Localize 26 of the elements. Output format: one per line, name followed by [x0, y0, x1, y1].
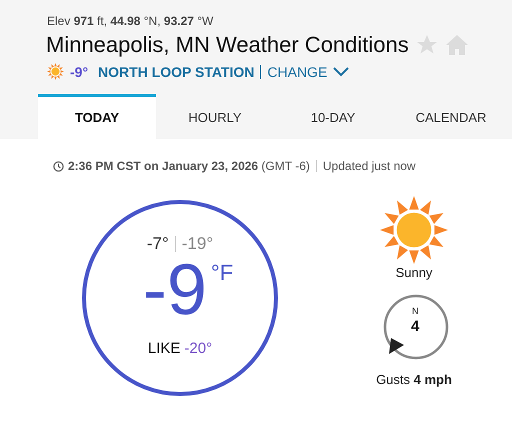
temperature-unit: °F — [210, 260, 234, 286]
wind-direction: N — [412, 306, 418, 316]
updated-text: Updated just now — [322, 159, 416, 173]
chevron-down-icon[interactable] — [333, 66, 350, 76]
feels-like-label: LIKE — [148, 340, 180, 356]
tab[interactable]: TODAY — [38, 94, 156, 139]
timestamp-text: 2:36 PM CST on January 23, 2026 (GMT -6) — [68, 159, 310, 173]
change-link[interactable]: CHANGE — [267, 64, 328, 80]
gusts-text: Gusts 4 mph — [376, 372, 452, 387]
high-temperature: -7° — [146, 234, 169, 254]
tab[interactable]: CALENDAR — [392, 94, 510, 139]
current-temperature: -9 — [142, 254, 207, 326]
sun-icon — [380, 196, 448, 264]
sun-icon — [47, 63, 64, 80]
tab[interactable]: HOURLY — [156, 94, 274, 139]
condition-text: Sunny — [396, 265, 432, 280]
station-link[interactable]: NORTH LOOP STATION — [98, 64, 254, 80]
home-icon[interactable] — [444, 33, 469, 57]
page-title: Minneapolis, MN Weather Conditions — [46, 32, 409, 58]
tab[interactable]: 10-DAY — [274, 94, 392, 139]
elevation-text: Elev 971 ft, 44.98 °N, 93.27 °W — [47, 14, 214, 28]
wind-speed: 4 — [411, 318, 420, 335]
feels-like-value: -20° — [184, 340, 212, 356]
station-temperature: -9° — [70, 64, 88, 80]
low-temperature: -19° — [182, 234, 214, 254]
clock-icon — [53, 160, 64, 172]
